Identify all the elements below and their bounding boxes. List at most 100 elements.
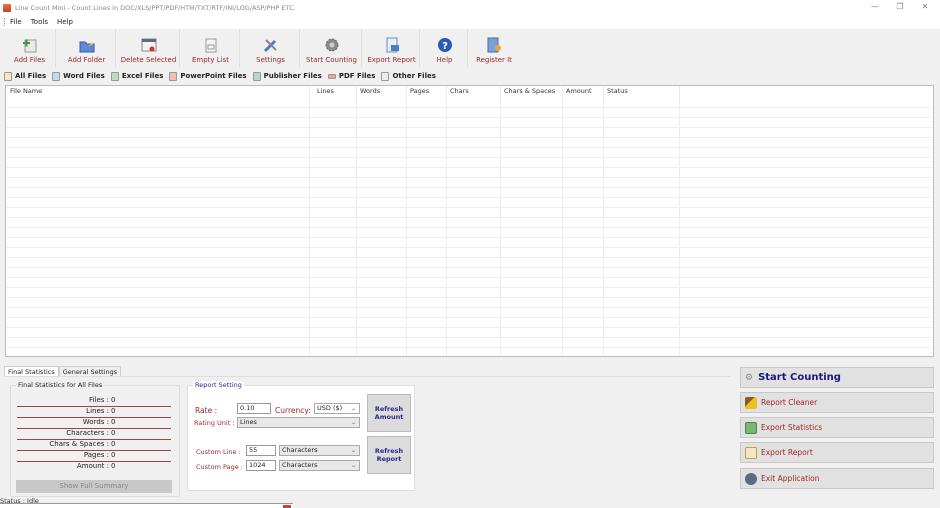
column-header-status[interactable]: Status [603,86,628,97]
tab-excel-files[interactable]: Excel Files [110,71,163,81]
export-report-button[interactable]: Export Report [740,442,934,463]
grid-row-line [6,127,933,128]
custom-line-input[interactable]: 55 [246,445,276,456]
stat-pages: Pages :0 [17,451,171,462]
menu-help[interactable]: Help [57,18,73,26]
export-statistics-button[interactable]: Export Statistics [740,417,934,438]
start-counting-toolbar-button[interactable]: Start Counting [302,29,362,67]
settings-button[interactable]: Settings [242,29,300,67]
exit-application-button[interactable]: Exit Application [740,468,934,489]
currency-label: Currency: [275,406,311,415]
export-statistics-icon [745,421,757,434]
grid-row-line [6,137,933,138]
currency-select[interactable]: USD ($) ⌄ [314,403,360,414]
excel-icon [110,71,119,81]
grid-row-line [6,237,933,238]
grid-row-line [6,287,933,288]
grid-row-line [6,187,933,188]
export-report-toolbar-button[interactable]: Export Report [364,29,420,67]
column-header-amount[interactable]: Amount [562,86,592,97]
stat-words: Words :0 [17,418,171,429]
menu-grip [4,18,6,26]
column-header-chars-spaces[interactable]: Chars & Spaces [500,86,555,97]
grid-row-line [6,117,933,118]
pdf-icon [327,73,336,79]
add-folder-icon [79,37,95,53]
refresh-amount-button[interactable]: Refresh Amount [367,394,411,432]
rate-input[interactable]: 0.10 [237,403,271,414]
menu-tools[interactable]: Tools [31,18,48,26]
stat-chars-spaces: Chars & Spaces :0 [17,440,171,451]
grid-row-line [6,297,933,298]
help-button[interactable]: ? Help [422,29,468,67]
tab-publisher-files[interactable]: Publisher Files [252,71,322,81]
grid-row-line [6,167,933,168]
grid-row-line [6,317,933,318]
window-title: Line Count Mini - Count Lines in DOC/XLS… [15,3,296,12]
register-icon [486,37,502,53]
show-full-summary-button[interactable]: Show Full Summary [16,480,172,493]
help-icon: ? [437,37,453,53]
grid-row-line [6,147,933,148]
custom-line-unit-select[interactable]: Characters ⌄ [279,445,360,456]
file-grid[interactable]: File Name Lines Words Pages Chars Chars … [5,85,934,357]
rating-unit-select[interactable]: Lines ⌄ [237,417,360,428]
other-files-icon [381,71,390,81]
svg-text:?: ? [442,41,448,52]
chevron-down-icon: ⌄ [350,447,356,454]
grid-row-line [6,267,933,268]
grid-row-line [6,307,933,308]
register-button[interactable]: Register It [470,29,518,67]
powerpoint-icon [169,71,178,81]
column-header-words[interactable]: Words [356,86,380,97]
tab-powerpoint-files[interactable]: PowerPoint Files [169,71,247,81]
grid-row-line [6,277,933,278]
delete-selected-icon [141,37,157,53]
stat-amount: Amount :0 [76,462,116,470]
report-setting-legend: Report Setting [193,381,244,389]
refresh-report-button[interactable]: Refresh Report [367,436,411,474]
exit-icon [745,472,757,485]
grid-row-line [6,107,933,108]
final-stats-group: Final Statistics for All Files Files :0 … [10,381,180,497]
menu-file[interactable]: File [10,18,22,26]
close-button[interactable]: ✕ [910,0,940,15]
file-type-tabs: All Files Word Files Excel Files PowerPo… [4,69,442,83]
column-header-pages[interactable]: Pages [406,86,429,97]
delete-selected-button[interactable]: Delete Selected [118,29,180,67]
custom-page-unit-select[interactable]: Characters ⌄ [279,460,360,471]
menu-bar: File Tools Help [0,15,940,29]
column-header-file-name[interactable]: File Name [6,86,42,97]
all-files-icon [4,71,12,81]
start-counting-button[interactable]: ⚙ Start Counting [740,367,934,388]
custom-page-label: Custom Page : [196,463,243,471]
column-header-lines[interactable]: Lines [313,86,334,97]
tab-all-files[interactable]: All Files [4,71,46,81]
add-files-button[interactable]: Add Files [4,29,56,67]
final-statistics-panel: Final Statistics for All Files Files :0 … [4,376,730,497]
report-setting-group: Report Setting Rate : 0.10 Currency: USD… [187,381,415,491]
settings-icon [263,37,279,53]
column-header-chars[interactable]: Chars [446,86,469,97]
grid-row-line [6,337,933,338]
grid-row-line [6,157,933,158]
empty-list-button[interactable]: Empty List [182,29,240,67]
add-folder-button[interactable]: Add Folder [58,29,116,67]
tab-word-files[interactable]: Word Files [52,71,105,81]
toolbar: Add Files Add Folder Delete Selected Emp… [0,29,940,67]
grid-row-line [6,177,933,178]
custom-page-input[interactable]: 1024 [246,460,276,471]
chevron-down-icon: ⌄ [350,405,356,412]
custom-line-label: Custom Line : [196,448,241,456]
stat-lines: Lines :0 [17,407,171,418]
gear-icon: ⚙ [745,372,754,383]
publisher-icon [252,71,261,81]
add-files-icon [22,37,38,53]
tab-pdf-files[interactable]: PDF Files [327,72,375,80]
final-stats-legend: Final Statistics for All Files [16,381,105,389]
tab-other-files[interactable]: Other Files [381,71,436,81]
title-bar: Line Count Mini - Count Lines in DOC/XLS… [0,0,940,15]
report-cleaner-button[interactable]: Report Cleaner [740,392,934,413]
rating-unit-label: Rating Unit : [194,419,235,427]
word-icon [52,71,61,81]
